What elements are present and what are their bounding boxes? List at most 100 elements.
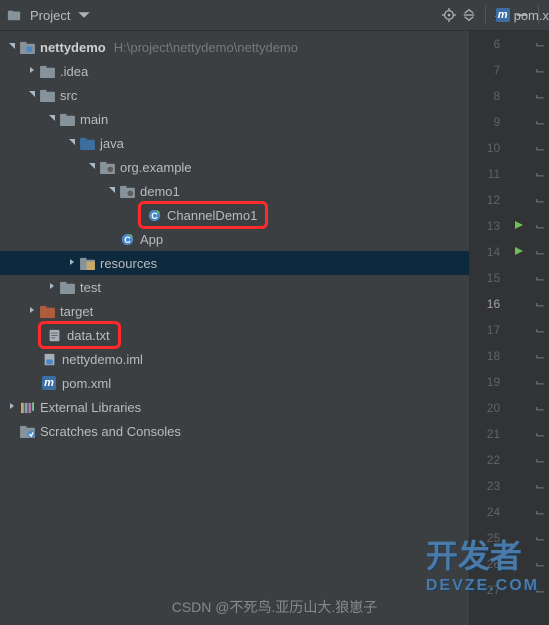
tree-label: resources — [100, 256, 157, 271]
line-number: 11 — [470, 167, 508, 181]
fold-icon[interactable]: ⌙ — [535, 427, 545, 441]
maven-icon: m — [496, 8, 510, 22]
tree-item-iml[interactable]: nettydemo.iml — [0, 347, 469, 371]
resources-folder-icon — [78, 257, 96, 270]
tree-label: org.example — [120, 160, 192, 175]
tree-item-channeldemo[interactable]: C ChannelDemo1 — [0, 203, 469, 227]
run-gutter-icon[interactable] — [514, 245, 524, 259]
fold-icon[interactable]: ⌙ — [535, 167, 545, 181]
expander-icon[interactable] — [26, 306, 38, 317]
fold-icon[interactable]: ⌙ — [535, 323, 545, 337]
tree-item-java[interactable]: java — [0, 131, 469, 155]
expander-icon[interactable] — [86, 162, 98, 173]
gutter-line[interactable]: 20 ⌙ — [470, 395, 549, 421]
tree-scratches[interactable]: Scratches and Consoles — [0, 419, 469, 443]
fold-icon[interactable]: ⌙ — [535, 375, 545, 389]
collapse-icon[interactable] — [461, 7, 477, 23]
line-number: 22 — [470, 453, 508, 467]
fold-icon[interactable]: ⌙ — [535, 401, 545, 415]
line-number: 19 — [470, 375, 508, 389]
gutter-line[interactable]: 11 ⌙ — [470, 161, 549, 187]
gutter-line[interactable]: 15⌙ — [470, 265, 549, 291]
tree-item-main[interactable]: main — [0, 107, 469, 131]
run-gutter-icon[interactable] — [514, 219, 524, 233]
editor-tab[interactable]: m pom.x — [496, 0, 549, 30]
tree-item-demo1[interactable]: demo1 — [0, 179, 469, 203]
fold-icon[interactable]: ⌙ — [535, 271, 545, 285]
expander-icon[interactable] — [66, 138, 78, 149]
project-tree[interactable]: nettydemo H:\project\nettydemo\nettydemo… — [0, 31, 469, 625]
line-number: 18 — [470, 349, 508, 363]
project-icon[interactable] — [6, 7, 22, 23]
gutter-line[interactable]: 17 ⌙ — [470, 317, 549, 343]
gutter-line[interactable]: 7⌙ — [470, 57, 549, 83]
class-icon: C — [118, 233, 136, 246]
tree-item-src[interactable]: src — [0, 83, 469, 107]
gutter-line[interactable]: 6⌙ — [470, 31, 549, 57]
folder-icon — [38, 65, 56, 78]
fold-icon[interactable]: ⌙ — [535, 219, 545, 233]
gutter-line[interactable]: 8⌙ — [470, 83, 549, 109]
fold-icon[interactable]: ⌙ — [535, 193, 545, 207]
expander-icon[interactable] — [46, 282, 58, 293]
maven-icon: m — [40, 376, 58, 390]
fold-icon[interactable]: ⌙ — [535, 115, 545, 129]
tree-root[interactable]: nettydemo H:\project\nettydemo\nettydemo — [0, 35, 469, 59]
fold-icon[interactable]: ⌙ — [535, 141, 545, 155]
expander-icon[interactable] — [26, 66, 38, 77]
tree-item-pom[interactable]: m pom.xml — [0, 371, 469, 395]
fold-icon[interactable]: ⌙ — [535, 479, 545, 493]
fold-icon[interactable]: ⌙ — [535, 297, 545, 311]
line-number: 8 — [470, 89, 508, 103]
tree-item-app[interactable]: C App — [0, 227, 469, 251]
class-icon: C — [145, 209, 163, 222]
tree-item-datatxt[interactable]: data.txt — [0, 323, 469, 347]
expander-icon[interactable] — [46, 114, 58, 125]
expander-icon[interactable] — [106, 186, 118, 197]
fold-icon[interactable]: ⌙ — [535, 245, 545, 259]
line-number: 17 — [470, 323, 508, 337]
dropdown-icon[interactable] — [76, 7, 92, 23]
gutter-line[interactable]: 21⌙ — [470, 421, 549, 447]
line-number: 20 — [470, 401, 508, 415]
tree-item-idea[interactable]: .idea — [0, 59, 469, 83]
locate-icon[interactable] — [441, 7, 457, 23]
gutter-line[interactable]: 18 ⌙ — [470, 343, 549, 369]
tree-item-test[interactable]: test — [0, 275, 469, 299]
expander-icon[interactable] — [26, 90, 38, 101]
expander-icon[interactable] — [6, 42, 18, 53]
gutter-line[interactable]: 12 ⌙ — [470, 187, 549, 213]
tree-item-resources[interactable]: resources — [0, 251, 469, 275]
gutter-line[interactable]: 23⌙ — [470, 473, 549, 499]
highlight-box: C ChannelDemo1 — [138, 201, 268, 229]
fold-icon[interactable]: ⌙ — [535, 349, 545, 363]
folder-icon — [58, 113, 76, 126]
tree-label: main — [80, 112, 108, 127]
fold-icon[interactable]: ⌙ — [535, 453, 545, 467]
gutter-line[interactable]: 9⌙ — [470, 109, 549, 135]
tree-label: target — [60, 304, 93, 319]
tree-label: demo1 — [140, 184, 180, 199]
package-icon — [118, 185, 136, 198]
fold-icon[interactable]: ⌙ — [535, 505, 545, 519]
gutter-line[interactable]: 10⌙ — [470, 135, 549, 161]
fold-icon[interactable]: ⌙ — [535, 37, 545, 51]
tree-item-target[interactable]: target — [0, 299, 469, 323]
line-number: 12 — [470, 193, 508, 207]
module-folder-icon — [18, 41, 36, 54]
gutter-line[interactable]: 22 ⌙ — [470, 447, 549, 473]
gutter-line[interactable]: 16 ⌙ — [470, 291, 549, 317]
panel-title[interactable]: Project — [30, 8, 70, 23]
scratches-icon — [18, 425, 36, 438]
expander-icon[interactable] — [66, 258, 78, 269]
fold-icon[interactable]: ⌙ — [535, 89, 545, 103]
gutter-line[interactable]: 13⌙ — [470, 213, 549, 239]
fold-icon[interactable]: ⌙ — [535, 63, 545, 77]
tree-item-package[interactable]: org.example — [0, 155, 469, 179]
gutter-line[interactable]: 19 ⌙ — [470, 369, 549, 395]
tree-external-libraries[interactable]: External Libraries — [0, 395, 469, 419]
expander-icon[interactable] — [6, 402, 18, 413]
gutter-line[interactable]: 14⌙ — [470, 239, 549, 265]
gutter-line[interactable]: 24⌙ — [470, 499, 549, 525]
line-number: 16 — [470, 297, 508, 311]
